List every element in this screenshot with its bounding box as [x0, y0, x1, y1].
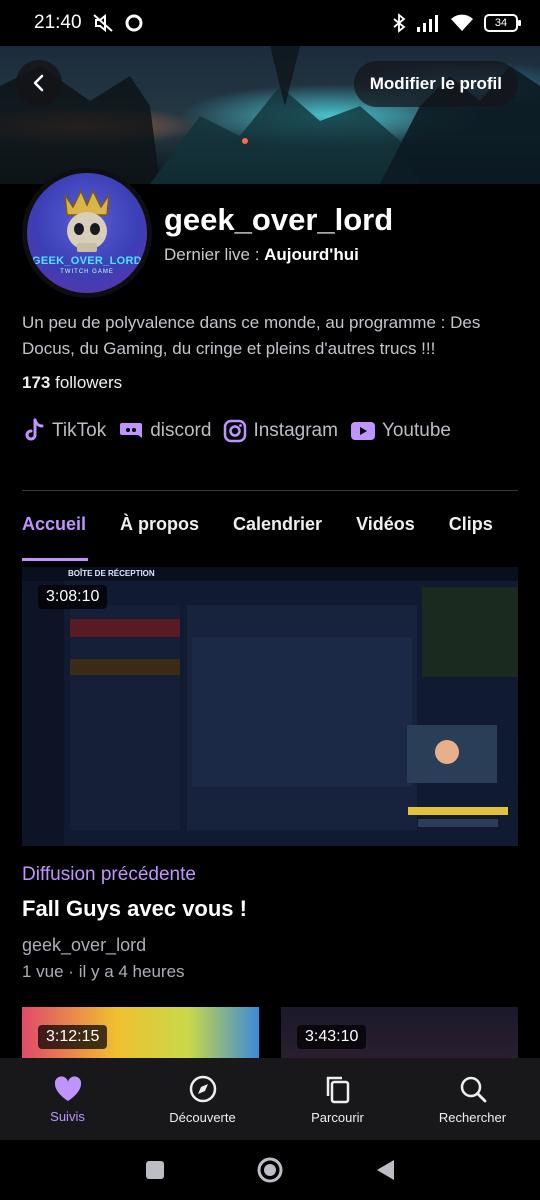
status-bar: 21:40 34	[0, 0, 540, 46]
followers-count: 173 followers	[22, 373, 122, 393]
system-navigation-bar	[0, 1140, 540, 1200]
signal-icon	[417, 15, 438, 32]
video-thumbnail[interactable]: 3:12:15	[22, 1007, 259, 1059]
search-icon	[460, 1076, 486, 1102]
social-link-youtube[interactable]: Youtube	[350, 420, 451, 442]
last-live: Dernier live : Aujourd'hui	[164, 245, 359, 265]
last-live-label: Dernier live :	[164, 245, 265, 264]
heart-icon	[54, 1075, 81, 1101]
nav-rechercher[interactable]: Rechercher	[405, 1058, 540, 1140]
social-link-discord[interactable]: discord	[118, 420, 211, 442]
avatar-brand-text: GEEK_OVER_LORD	[32, 255, 142, 267]
followers-number: 173	[22, 373, 51, 392]
social-label: Youtube	[381, 420, 451, 441]
nav-suivis[interactable]: Suivis	[0, 1058, 135, 1140]
social-link-instagram[interactable]: Instagram	[223, 419, 338, 443]
inbox-title: BOÎTE DE RÉCEPTION	[68, 569, 155, 578]
channel-bio: Un peu de polyvalence dans ce monde, au …	[22, 313, 481, 358]
channel-tabs: Accueil À propos Calendrier Vidéos Clips	[22, 514, 493, 561]
wifi-icon	[451, 14, 473, 31]
status-time: 21:40	[34, 12, 82, 33]
divider	[22, 490, 518, 491]
circle-app-icon	[125, 14, 143, 32]
video-meta: 1 vue · il y a 4 heures	[22, 962, 185, 981]
recent-apps-icon[interactable]	[144, 1159, 166, 1181]
tab-accueil[interactable]: Accueil	[22, 514, 89, 561]
nav-label: Découverte	[169, 1109, 236, 1125]
channel-username: geek_over_lord	[164, 202, 394, 237]
avatar[interactable]: GEEK_OVER_LORD TWITCH GAME	[22, 168, 152, 298]
edit-profile-button[interactable]: Modifier le profil	[353, 61, 518, 107]
video-duration: 3:12:15	[38, 1025, 108, 1049]
social-label: TikTok	[52, 420, 107, 441]
bottom-navigation: Suivis Découverte Parcourir Rechercher	[0, 1058, 540, 1140]
tab-calendrier[interactable]: Calendrier	[233, 514, 322, 547]
followers-label: followers	[50, 373, 123, 392]
tab-videos[interactable]: Vidéos	[356, 514, 415, 547]
nav-parcourir[interactable]: Parcourir	[270, 1058, 405, 1140]
youtube-icon	[350, 422, 375, 440]
tiktok-icon	[25, 418, 44, 441]
tab-a-propos[interactable]: À propos	[120, 514, 199, 547]
bluetooth-icon	[393, 13, 406, 33]
back-nav-icon[interactable]	[374, 1158, 396, 1182]
back-button[interactable]	[16, 60, 62, 106]
tab-clips[interactable]: Clips	[449, 514, 493, 547]
social-label: discord	[150, 420, 212, 441]
video-duration: 3:43:10	[297, 1025, 367, 1049]
video-thumbnail[interactable]: BOÎTE DE RÉCEPTION 3:08:10	[22, 567, 518, 846]
compass-icon	[189, 1075, 216, 1102]
browse-icon	[326, 1076, 349, 1103]
nav-label: Suivis	[50, 1108, 85, 1124]
social-links: TikTok discord Instagram Youtube	[22, 418, 451, 444]
chevron-left-icon	[33, 74, 44, 92]
last-live-value: Aujourd'hui	[264, 245, 359, 264]
nav-decouverte[interactable]: Découverte	[135, 1058, 270, 1140]
instagram-icon	[224, 419, 247, 443]
mute-icon	[92, 13, 113, 33]
home-icon[interactable]	[256, 1156, 284, 1184]
video-channel[interactable]: geek_over_lord	[22, 935, 146, 956]
video-title[interactable]: Fall Guys avec vous !	[22, 896, 247, 922]
avatar-image: GEEK_OVER_LORD TWITCH GAME	[27, 173, 147, 293]
skull-crown-logo	[64, 189, 110, 252]
video-duration: 3:08:10	[38, 585, 108, 609]
video-thumbnail[interactable]: 3:43:10	[281, 1007, 518, 1059]
social-label: Instagram	[253, 420, 338, 441]
discord-icon	[120, 423, 143, 438]
battery-indicator: 34	[484, 14, 521, 32]
nav-label: Parcourir	[311, 1109, 364, 1125]
section-label: Diffusion précédente	[22, 864, 196, 885]
avatar-brand-subtext: TWITCH GAME	[60, 269, 114, 275]
social-link-tiktok[interactable]: TikTok	[22, 418, 106, 444]
battery-level: 34	[494, 17, 508, 29]
nav-label: Rechercher	[438, 1109, 507, 1125]
